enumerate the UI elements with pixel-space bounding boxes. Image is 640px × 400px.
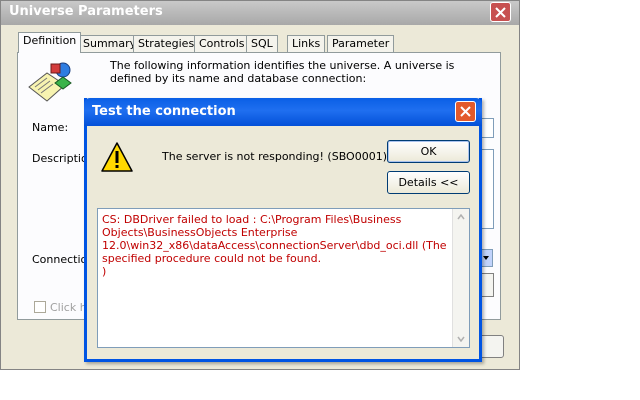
window-title: Universe Parameters [9, 4, 163, 19]
error-details-text: CS: DBDriver failed to load : C:\Program… [102, 213, 447, 278]
chevron-up-icon [457, 214, 465, 220]
universe-icon [28, 62, 72, 102]
tab-controls[interactable]: Controls [194, 35, 250, 52]
test-connection-dialog: Test the connection The server is not re… [84, 98, 482, 362]
details-toggle-button[interactable]: Details << [387, 171, 470, 194]
close-icon [460, 106, 471, 117]
dialog-titlebar[interactable]: Test the connection [84, 98, 482, 126]
tab-label: Controls [199, 37, 245, 50]
tab-label: Parameter [332, 37, 390, 50]
window-titlebar[interactable]: Universe Parameters [1, 1, 519, 25]
close-icon [495, 6, 506, 18]
tab-label: Summary [83, 37, 137, 50]
error-message: The server is not responding! (SBO0001) [162, 150, 388, 163]
tab-label: Links [292, 37, 321, 50]
tab-sql[interactable]: SQL [246, 35, 278, 52]
tab-label: Definition [23, 34, 77, 47]
warning-icon [101, 142, 133, 172]
ok-button-label: OK [420, 145, 437, 158]
scroll-up-button[interactable] [456, 212, 466, 222]
dialog-title: Test the connection [92, 104, 236, 119]
scroll-down-button[interactable] [456, 334, 466, 344]
details-scrollbar[interactable] [452, 209, 469, 347]
tab-summary[interactable]: Summary [78, 35, 142, 52]
name-label: Name: [32, 121, 69, 134]
tab-links[interactable]: Links [287, 35, 326, 52]
error-details-textbox[interactable]: CS: DBDriver failed to load : C:\Program… [97, 208, 470, 348]
tab-label: Strategies [138, 37, 195, 50]
tab-label: SQL [251, 37, 273, 50]
window-close-button[interactable] [490, 2, 511, 22]
details-button-label: Details << [398, 176, 459, 189]
tab-parameter[interactable]: Parameter [327, 35, 395, 52]
tab-strategies[interactable]: Strategies [133, 35, 200, 52]
chevron-down-icon [457, 336, 465, 342]
dialog-close-button[interactable] [455, 101, 476, 122]
tab-definition[interactable]: Definition [18, 32, 82, 53]
definition-info-text: The following information identifies the… [110, 59, 455, 85]
ok-button[interactable]: OK [387, 140, 470, 163]
click-here-checkbox[interactable] [34, 301, 46, 313]
